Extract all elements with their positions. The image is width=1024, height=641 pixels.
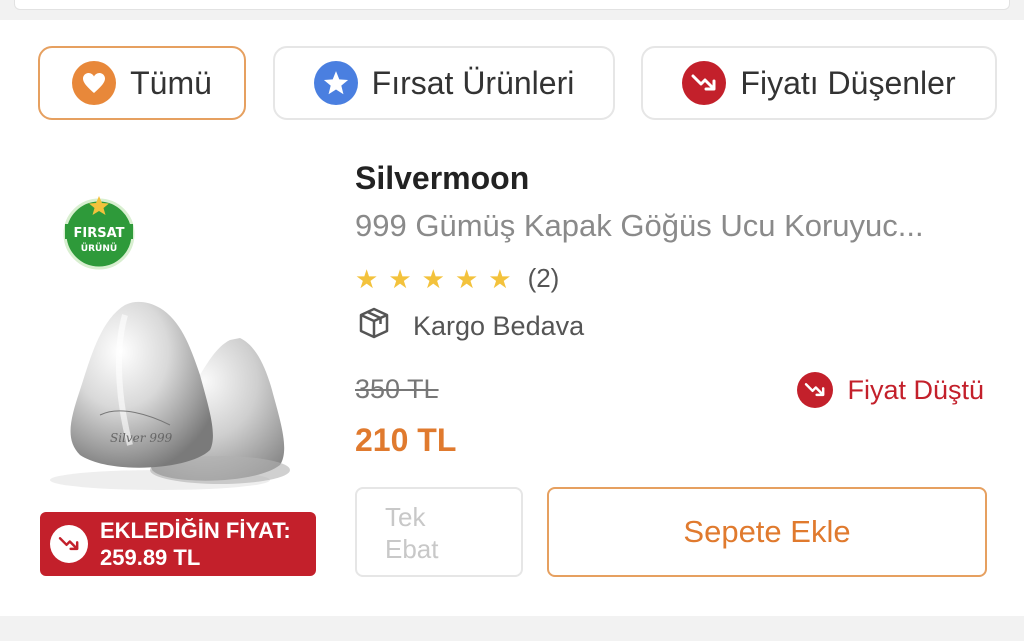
star-icon: ★: [454, 263, 479, 294]
filter-deals-button[interactable]: Fırsat Ürünleri: [273, 46, 615, 120]
heart-icon: [72, 61, 117, 105]
added-price-label: EKLEDİĞİN FİYAT:: [100, 518, 291, 543]
add-to-cart-button[interactable]: Sepete Ekle: [547, 487, 987, 577]
trend-down-icon: [797, 372, 834, 408]
shipping-info: Kargo Bedava: [357, 306, 584, 347]
filter-price-drop-label: Fiyatı Düşenler: [740, 64, 956, 101]
filter-price-drop-button[interactable]: Fiyatı Düşenler: [641, 46, 997, 120]
rating[interactable]: ★ ★ ★ ★ ★ (2): [355, 263, 559, 294]
filter-deals-label: Fırsat Ürünleri: [371, 64, 575, 101]
previous-card-edge: [0, 0, 1024, 10]
added-price-badge: EKLEDİĞİN FİYAT: 259.89 TL: [40, 512, 316, 576]
old-price: 350 TL: [355, 374, 439, 404]
shipping-label: Kargo Bedava: [413, 311, 585, 341]
product-card: Tümü Fırsat Ürünleri Fiyatı Düşenler Sil…: [0, 20, 1024, 616]
product-name[interactable]: 999 Gümüş Kapak Göğüs Ucu Koruyuc...: [355, 208, 995, 244]
card-separator: [0, 616, 1024, 641]
trend-down-icon: [50, 525, 88, 563]
size-line1: Tek: [385, 502, 426, 532]
price-drop-label: Fiyat Düştü: [847, 374, 984, 405]
star-icon: ★: [421, 263, 445, 294]
package-icon: [357, 306, 391, 347]
trend-down-icon: [682, 61, 727, 105]
filter-all-label: Tümü: [130, 64, 212, 101]
size-selector[interactable]: Tek Ebat: [355, 487, 523, 577]
price-drop-tag: Fiyat Düştü: [797, 372, 984, 408]
product-brand[interactable]: Silvermoon: [355, 160, 529, 197]
svg-text:Silver 999: Silver 999: [110, 431, 173, 445]
rating-count: (2): [527, 263, 560, 293]
current-price: 210 TL: [355, 422, 457, 458]
badge-line2: ÜRÜNÜ: [81, 243, 117, 254]
deal-badge: FIRSAT ÜRÜNÜ: [63, 196, 135, 270]
filter-all-button[interactable]: Tümü: [38, 46, 246, 120]
badge-line1: FIRSAT: [73, 226, 124, 241]
star-icon: ★: [388, 263, 412, 294]
star-icon: ★: [488, 263, 512, 294]
added-price-value: 259.89 TL: [100, 545, 201, 570]
star-icon: [313, 61, 358, 105]
size-line2: Ebat: [385, 534, 439, 564]
star-icon: ★: [355, 263, 379, 294]
